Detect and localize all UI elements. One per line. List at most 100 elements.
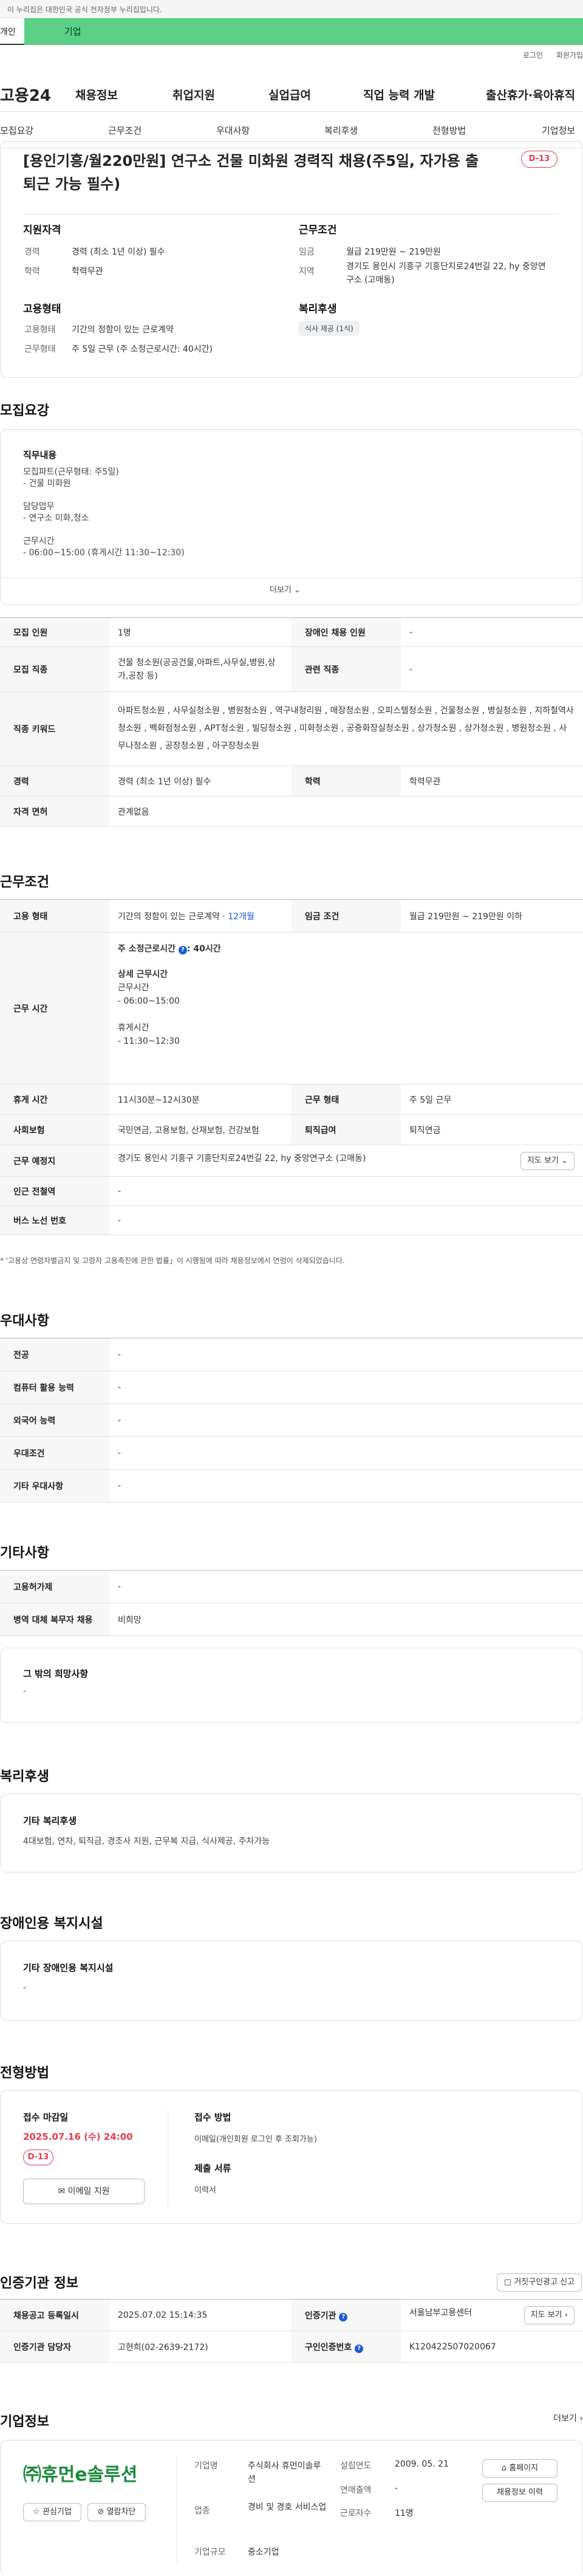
- name-value: 주식회사 휴먼이솔루션: [248, 2461, 321, 2484]
- table-row: 휴게 시간 11시30분~12시30분 근무 형태 주 5일 근무: [0, 1084, 583, 1115]
- map-button-label: 지도 보기: [527, 1156, 559, 1165]
- cell-header: 채용공고 등록일시: [0, 2299, 109, 2331]
- cell-value: -: [401, 617, 583, 647]
- cell-value: 월급 219만원 ~ 219만원 이하: [401, 899, 583, 933]
- size-value: 중소기업: [248, 2547, 279, 2557]
- emp-text: 기간의 정함이 있는 근로계약 ·: [118, 911, 228, 922]
- home-icon: ⌂: [501, 2464, 507, 2473]
- subnav-recruit[interactable]: 모집요강: [0, 124, 33, 137]
- tab-personal[interactable]: 개인: [0, 18, 24, 45]
- tab-corporate[interactable]: 기업: [24, 18, 583, 45]
- report-button[interactable]: ▢ 거짓구인광고 신고: [497, 2273, 582, 2292]
- table-row: 고용허가제 -: [0, 1570, 583, 1603]
- cell-value: 주 5일 근무: [401, 1084, 583, 1115]
- table-row: 버스 노선 번호 -: [0, 1205, 583, 1235]
- weekly-hours-label: 주 소정근로시간: [118, 944, 176, 954]
- subnav-conditions[interactable]: 근무조건: [108, 124, 141, 137]
- org-value: 서울남부고용센터: [409, 2307, 472, 2318]
- time-line: 휴게시간: [118, 1023, 149, 1033]
- gov-notice: 이 누리집은 대한민국 공식 전자정부 누리집입니다.: [0, 0, 583, 18]
- cell-value: 국민연금, 고용보험, 산재보험, 건강보험: [109, 1114, 292, 1145]
- company-more-link[interactable]: 더보기 ›: [553, 2412, 583, 2424]
- gnb-jobs[interactable]: 채용정보: [75, 86, 118, 103]
- cell-header: 휴게 시간: [0, 1084, 109, 1115]
- cell-header: 인증기관 ?: [292, 2299, 401, 2331]
- info-icon[interactable]: ?: [178, 946, 187, 954]
- cell-header: 학력: [292, 766, 401, 796]
- subnav-welfare[interactable]: 복리후생: [324, 124, 358, 137]
- more-button[interactable]: 더보기 ⌄: [270, 583, 301, 595]
- cell-header: 인근 전철역: [0, 1176, 109, 1206]
- agency-map-button[interactable]: 지도 보기 ›: [523, 2306, 574, 2324]
- disab-sub-heading: 기타 장애인용 복지시설: [23, 1962, 114, 1973]
- cell-value: -: [109, 1469, 583, 1502]
- cell-header: 퇴직급여: [292, 1114, 401, 1145]
- emptype-value: 기간의 정함이 있는 근로계약: [72, 325, 174, 335]
- subnav-process[interactable]: 전형방법: [432, 124, 466, 137]
- job-history-button[interactable]: 채용정보 이력: [482, 2484, 557, 2502]
- address-text: 경기도 용인시 기흥구 기흥단지로24번길 22, hy 중앙연구소 (고매동): [118, 1153, 366, 1163]
- block-company-button[interactable]: ⊘ 열람차단: [87, 2503, 146, 2521]
- pref-heading: 우대사항: [0, 1314, 49, 1329]
- disab-heading: 장애인용 복지시설: [0, 1916, 103, 1931]
- cell-value: 서울남부고용센터 지도 보기 ›: [401, 2299, 583, 2331]
- edu-value: 학력무관: [72, 267, 103, 276]
- table-row: 인근 전철역 -: [0, 1176, 583, 1206]
- cell-header: 모집 인원: [0, 617, 109, 647]
- duty-content: 모집파트(근무형태: 주5일) - 건물 미화원 담당업무 - 연구소 미화,청…: [23, 467, 185, 559]
- cell-header: 고용허가제: [0, 1570, 109, 1603]
- homepage-button[interactable]: ⌂ 홈페이지: [482, 2459, 557, 2478]
- join-link[interactable]: 회원가입: [556, 51, 583, 60]
- region-label: 지역: [299, 267, 315, 276]
- age-notice: * '고용상 연령차별금지 및 고령자 고용촉진에 관한 법률」이 시행됨에 따…: [0, 1256, 345, 1265]
- duty-line: - 06:00~15:00 (휴게시간 11:30~12:30): [23, 548, 185, 558]
- cell-value: 1명: [109, 617, 292, 647]
- gnb-training[interactable]: 직업 능력 개발: [363, 86, 435, 103]
- global-nav: 고용24 채용정보 취업지원 실업급여 직업 능력 개발 출산휴가·육아휴직: [0, 75, 583, 112]
- gnb-unemployment[interactable]: 실업급여: [268, 86, 311, 103]
- cell-header: 인증기관 담당자: [0, 2331, 109, 2363]
- job-title: [용인기흥/월220만원] 연구소 건물 미화원 경력직 채용(주5일, 자가용…: [23, 152, 479, 193]
- cell-header: 우대조건: [0, 1436, 109, 1470]
- sales-label: 연매출액: [340, 2485, 372, 2495]
- time-line: 근무시간: [118, 983, 149, 993]
- subnav-preference[interactable]: 우대사항: [216, 124, 250, 137]
- region-value: 경기도 용인시 기흥구 기흥단지로24번길 22, hy 중앙연구소 (고매동): [346, 262, 546, 285]
- cell-value: -: [109, 1205, 583, 1235]
- sales-value: -: [395, 2484, 398, 2493]
- recruit-table: 모집 인원 1명 장애인 채용 인원 - 모집 직종 건물 청소원(공공건물,아파트,…: [0, 617, 583, 827]
- cell-header: 직종 키워드: [0, 691, 109, 766]
- fav-company-button[interactable]: ☆ 관심기업: [23, 2503, 81, 2521]
- gnb-leave[interactable]: 출산휴가·육아휴직: [486, 86, 575, 103]
- table-row: 근무 시간 주 소정근로시간 ?: 40시간 상세 근무시간 근무시간 - 06…: [0, 932, 583, 1084]
- table-row: 외국어 능력 -: [0, 1403, 583, 1437]
- cond-section-heading: 근무조건: [0, 875, 49, 890]
- worktype-label: 근무형태: [24, 344, 56, 354]
- table-row: 우대조건 -: [0, 1436, 583, 1470]
- cell-header: 임금 조건: [292, 899, 401, 933]
- welfare-value: 4대보험, 연차, 퇴직금, 경조사 지원, 근무복 지급, 식사제공, 주차가…: [23, 1837, 270, 1846]
- pref-table: 전공 - 컴퓨터 활용 능력 - 외국어 능력 - 우대조건 - 기타 우대사항 -: [0, 1338, 583, 1502]
- table-row: 병역 대체 복무자 채용 비희망: [0, 1603, 583, 1636]
- info-icon[interactable]: ?: [355, 2344, 364, 2353]
- cell-value: 2025.07.02 15:14:35: [109, 2299, 292, 2331]
- email-apply-button[interactable]: ✉ 이메일 지원: [23, 2179, 145, 2204]
- site-logo[interactable]: 고용24: [0, 83, 51, 106]
- duty-line: [23, 524, 185, 536]
- etc-table: 고용허가제 - 병역 대체 복무자 채용 비희망: [0, 1570, 583, 1636]
- login-link[interactable]: 로그인: [523, 51, 543, 60]
- contract-period: 12개월: [228, 911, 254, 922]
- block-icon: ⊘: [97, 2507, 104, 2516]
- subnav-company[interactable]: 기업정보: [542, 124, 575, 137]
- num-label: 구인인증번호: [305, 2342, 352, 2352]
- table-row: 기타 우대사항 -: [0, 1469, 583, 1502]
- dday-badge: D-13: [521, 151, 557, 168]
- info-icon[interactable]: ?: [339, 2312, 348, 2321]
- cell-value: 주 소정근로시간 ?: 40시간 상세 근무시간 근무시간 - 06:00~15…: [109, 932, 583, 1084]
- table-row: 자격 면허 관계없음: [0, 796, 583, 827]
- gnb-support[interactable]: 취업지원: [172, 86, 215, 103]
- docs-value: 이력서: [194, 2186, 216, 2195]
- chevron-down-icon: ⌄: [561, 1156, 568, 1165]
- worktype-value: 주 5일 근무 (주 소정근로시간: 40시간): [72, 344, 213, 354]
- map-button[interactable]: 지도 보기 ⌄: [520, 1151, 574, 1170]
